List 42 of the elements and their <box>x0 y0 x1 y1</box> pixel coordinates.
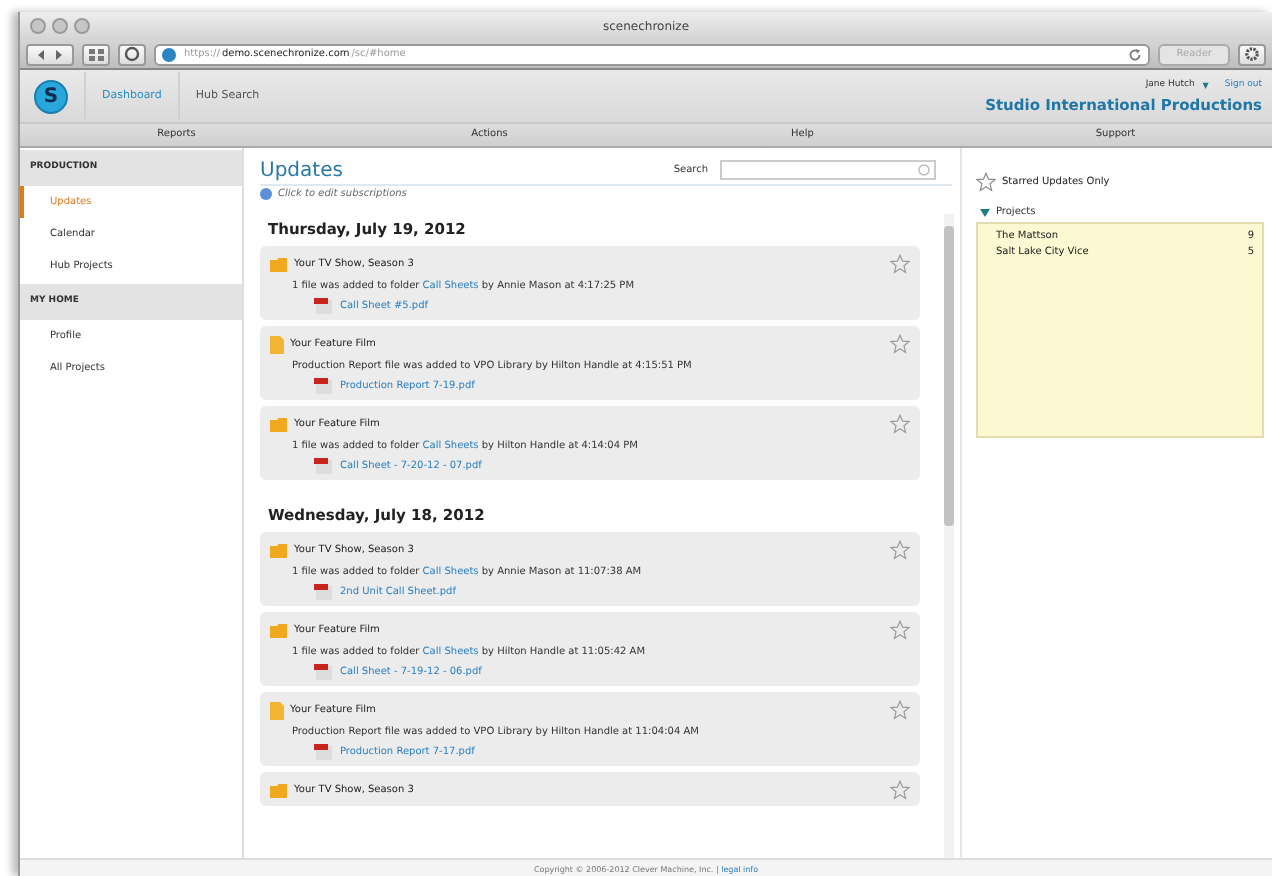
folder-icon <box>270 623 288 637</box>
top-sites-button[interactable] <box>82 43 110 65</box>
pdf-file-icon <box>314 378 332 394</box>
pdf-file-icon <box>314 664 332 680</box>
pdf-file-icon <box>314 458 332 474</box>
folder-icon <box>270 417 288 431</box>
close-window-icon[interactable] <box>30 18 46 34</box>
document-icon <box>270 701 284 719</box>
star-icon[interactable] <box>890 620 910 640</box>
page-title: Updates <box>260 159 343 181</box>
site-logo-icon <box>162 47 176 61</box>
pdf-file-icon <box>314 584 332 600</box>
scroll-thumb[interactable] <box>944 226 954 526</box>
circle-icon[interactable] <box>124 46 140 62</box>
back-forward-button[interactable] <box>26 43 74 65</box>
pdf-file-icon <box>314 744 332 760</box>
pdf-file-icon <box>314 298 332 314</box>
star-toggle-icon[interactable] <box>976 172 996 192</box>
document-icon <box>270 335 284 353</box>
star-icon[interactable] <box>890 414 910 434</box>
globe-icon <box>260 188 272 200</box>
settings-icon[interactable] <box>1244 46 1260 62</box>
app-logo: S <box>34 79 68 113</box>
star-icon[interactable] <box>890 334 910 354</box>
folder-icon <box>270 543 288 557</box>
reload-icon[interactable] <box>1128 47 1143 61</box>
history-button[interactable] <box>118 43 146 65</box>
minimize-window-icon[interactable] <box>52 18 68 34</box>
star-icon[interactable] <box>890 254 910 274</box>
back-forward-arrows-icon[interactable] <box>34 47 66 61</box>
zoom-window-icon[interactable] <box>74 18 90 34</box>
search-field[interactable] <box>720 160 936 180</box>
clear-icon[interactable] <box>918 164 930 176</box>
star-icon[interactable] <box>890 540 910 560</box>
grid-icon[interactable] <box>87 47 105 61</box>
star-icon[interactable] <box>890 780 910 800</box>
star-icon[interactable] <box>890 700 910 720</box>
scrollbar[interactable] <box>944 214 954 858</box>
settings-button[interactable] <box>1238 43 1266 65</box>
folder-icon <box>270 783 288 797</box>
disclosure-triangle-icon[interactable] <box>980 207 990 217</box>
folder-icon <box>270 257 288 271</box>
